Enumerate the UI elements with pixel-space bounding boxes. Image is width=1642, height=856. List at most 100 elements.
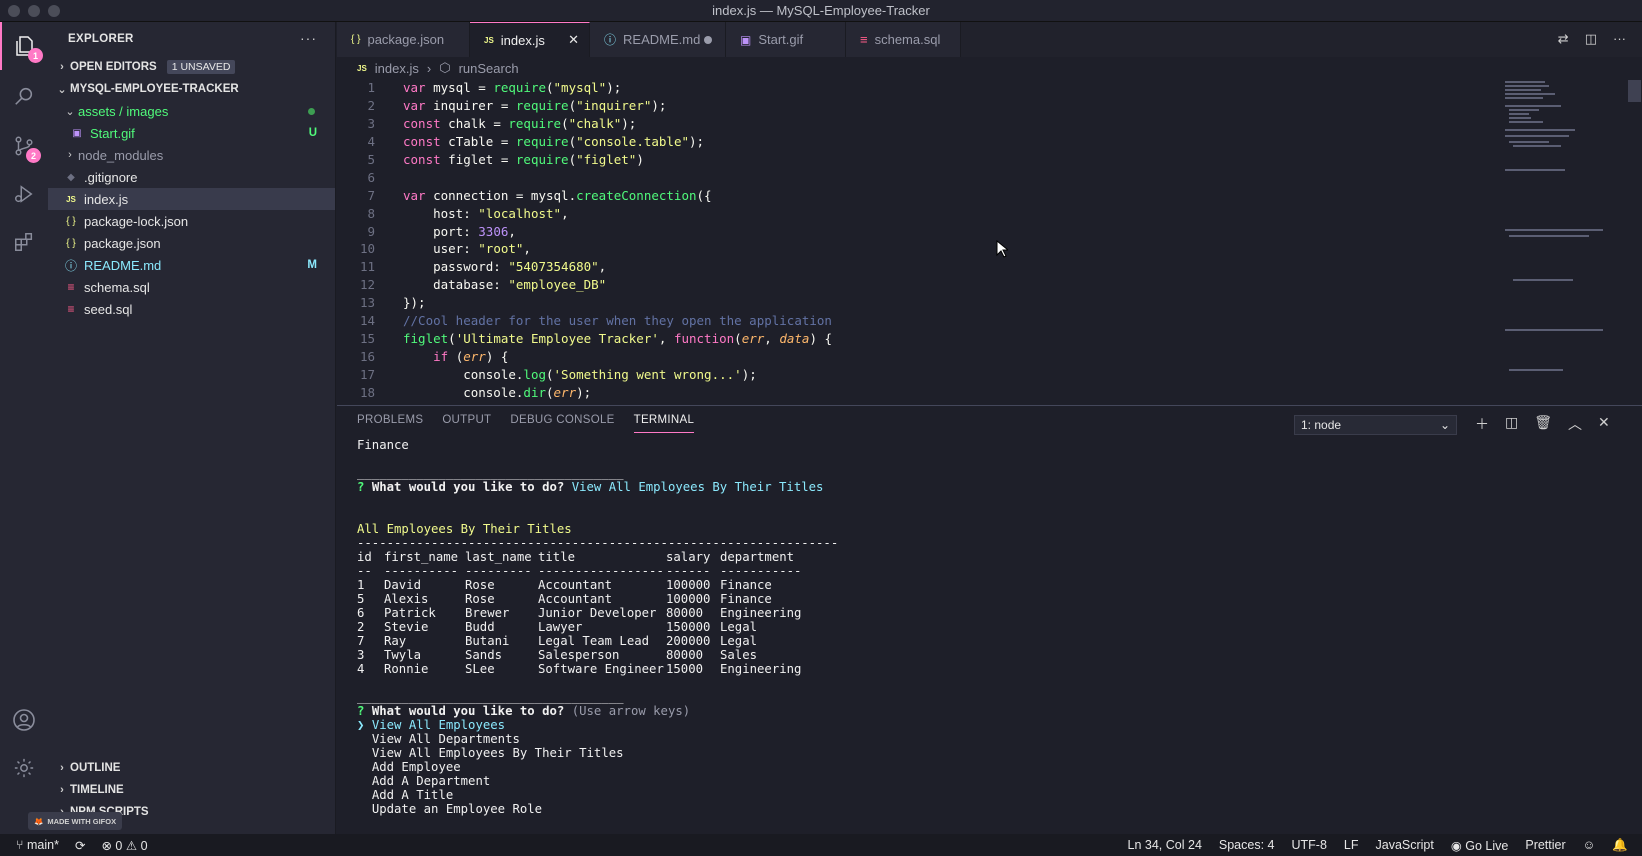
prettier-status[interactable]: Prettier (1525, 838, 1565, 852)
minimize-window-icon[interactable] (28, 5, 40, 17)
tab-index-js[interactable]: JS index.js ✕ (470, 22, 590, 57)
table-header-rule: ----------- (720, 564, 802, 578)
line-number: 10 (359, 241, 375, 257)
project-folder-section[interactable]: ⌄ MYSQL-EMPLOYEE-TRACKER (48, 78, 335, 100)
menu-option-selected[interactable]: ❯ View All Employees (357, 718, 1627, 732)
code-line: 2 var inquirer = require("inquirer"); (337, 97, 1507, 115)
tab-package-json[interactable]: { } package.json (337, 22, 470, 57)
unsaved-dot-icon[interactable] (704, 35, 712, 44)
tree-item-package-lock-json[interactable]: { } package-lock.json (48, 210, 335, 232)
tree-item-index-js[interactable]: JS index.js (48, 188, 335, 210)
js-file-icon: JS (66, 194, 76, 204)
menu-option[interactable]: Update an Employee Role (357, 802, 1627, 816)
close-window-icon[interactable] (8, 5, 20, 17)
split-terminal-icon[interactable]: ◫ (1505, 414, 1518, 434)
tab-readme-md[interactable]: ⓘ README.md (590, 22, 726, 57)
more-actions-icon[interactable]: ··· (1613, 31, 1626, 47)
database-file-icon: ≡ (67, 302, 75, 316)
minimap[interactable] (1505, 79, 1605, 404)
window-controls[interactable] (8, 5, 60, 17)
table-header-rule-row: -- ---------- --------- ----------------- --… (357, 564, 1627, 578)
minimap-line (1505, 89, 1541, 91)
code-text: host: "localhost", (403, 205, 569, 221)
info-file-icon: ⓘ (604, 33, 617, 47)
code-editor[interactable]: 1 var mysql = require("mysql"); 2 var inqu… (337, 79, 1507, 404)
menu-option[interactable]: Add Employee (357, 760, 1627, 774)
problems-status[interactable]: ⊗ 0 ⚠ 0 (101, 838, 147, 853)
tab-start-gif[interactable]: ▣ Start.gif (726, 22, 846, 57)
feedback-icon[interactable]: ☺ (1583, 838, 1596, 852)
outline-section[interactable]: › OUTLINE (48, 757, 336, 779)
open-changes-icon[interactable]: ⇄ (1558, 31, 1569, 47)
menu-option[interactable]: Add A Department (357, 774, 1627, 788)
settings-gear-icon[interactable] (0, 744, 48, 792)
tree-item-node-modules[interactable]: › node_modules (48, 144, 335, 166)
close-tab-icon[interactable]: ✕ (568, 32, 579, 48)
end-of-line[interactable]: LF (1344, 838, 1359, 852)
tab-output[interactable]: OUTPUT (442, 414, 491, 433)
terminal-select[interactable]: 1: node ⌄ (1294, 415, 1457, 435)
tab-terminal[interactable]: TERMINAL (633, 414, 695, 433)
encoding[interactable]: UTF-8 (1291, 838, 1326, 852)
bottom-panel: PROBLEMS OUTPUT DEBUG CONSOLE TERMINAL 1… (337, 405, 1642, 834)
tree-item-gitignore[interactable]: ◆ .gitignore (48, 166, 335, 188)
account-icon[interactable] (0, 696, 48, 744)
new-terminal-icon[interactable]: ＋ (1475, 414, 1489, 434)
status-bar: ⑂ main* ⟳ ⊗ 0 ⚠ 0 Ln 34, Col 24 Spaces: … (0, 834, 1642, 856)
editor-scrollbar-thumb[interactable] (1628, 80, 1641, 102)
cursor-position[interactable]: Ln 34, Col 24 (1128, 838, 1202, 852)
code-line: 11 password: "5407354680", (337, 258, 1507, 276)
table-cell: Engineering (720, 662, 802, 676)
code-line: 4 const cTable = require("console.table")… (337, 133, 1507, 151)
go-live-button[interactable]: ◉ Go Live (1451, 838, 1509, 853)
minimap-line (1505, 135, 1569, 137)
menu-option[interactable]: View All Employees By Their Titles (357, 746, 1627, 760)
table-cell: 5 (357, 592, 365, 606)
tab-debug-console[interactable]: DEBUG CONSOLE (510, 414, 614, 433)
breadcrumb-symbol[interactable]: runSearch (459, 61, 519, 76)
run-debug-icon[interactable] (0, 170, 48, 218)
minimap-line (1505, 81, 1545, 83)
chevron-right-icon: › (60, 784, 64, 796)
tree-item-assets-images[interactable]: ⌄ assets / images (48, 100, 335, 122)
tree-item-package-json[interactable]: { } package.json (48, 232, 335, 254)
breadcrumb-file[interactable]: index.js (375, 61, 419, 76)
menu-option[interactable]: Add A Title (357, 788, 1627, 802)
table-cell: Legal Team Lead (538, 634, 650, 648)
close-panel-icon[interactable]: ✕ (1598, 414, 1610, 434)
git-file-icon: ◆ (67, 171, 75, 183)
language-mode[interactable]: JavaScript (1376, 838, 1434, 852)
terminal-separator: ____________________________________ (357, 690, 624, 704)
tree-item-schema-sql[interactable]: ≡ schema.sql (48, 276, 335, 298)
unsaved-badge: 1 UNSAVED (166, 60, 236, 74)
menu-option[interactable]: View All Departments (357, 732, 1627, 746)
terminal-output[interactable]: Finance ________________________________… (357, 438, 1627, 816)
minimap-line (1509, 113, 1529, 115)
code-line: 15 figlet('Ultimate Employee Tracker', fu… (337, 329, 1507, 347)
tree-item-start-gif[interactable]: ▣ Start.gif U (48, 122, 335, 144)
menu-option-label: Add A Title (371, 788, 454, 802)
open-editors-section[interactable]: › OPEN EDITORS 1 UNSAVED (48, 56, 335, 78)
timeline-section[interactable]: › TIMELINE (48, 779, 336, 801)
more-actions-icon[interactable]: ··· (300, 30, 317, 46)
branch-name: main* (27, 838, 59, 852)
tree-item-readme-md[interactable]: ⓘ README.md M (48, 254, 335, 276)
search-icon[interactable] (0, 72, 48, 120)
zoom-window-icon[interactable] (48, 5, 60, 17)
menu-option-label: View All Employees (371, 718, 506, 732)
indentation[interactable]: Spaces: 4 (1219, 838, 1275, 852)
explorer-icon[interactable]: 1 (0, 22, 48, 70)
tab-problems[interactable]: PROBLEMS (357, 414, 423, 433)
maximize-panel-icon[interactable]: ︿ (1568, 414, 1582, 434)
branch-status[interactable]: ⑂ main* (16, 838, 59, 852)
trash-icon[interactable]: 🗑 (1534, 414, 1552, 434)
source-control-icon[interactable]: 2 (0, 122, 48, 170)
tree-item-seed-sql[interactable]: ≡ seed.sql (48, 298, 335, 320)
tab-schema-sql[interactable]: ≡ schema.sql (846, 22, 961, 57)
notifications-bell-icon[interactable]: 🔔 (1612, 838, 1628, 853)
split-editor-icon[interactable]: ◫ (1585, 31, 1597, 47)
sync-icon[interactable]: ⟳ (75, 838, 85, 853)
code-text: console.log('Something went wrong...'); (403, 366, 757, 382)
code-text: //Cool header for the user when they ope… (403, 313, 832, 329)
extensions-icon[interactable] (0, 218, 48, 266)
